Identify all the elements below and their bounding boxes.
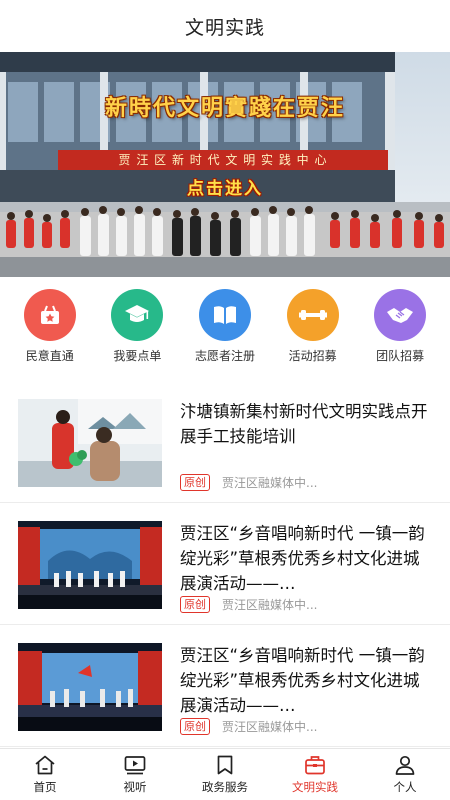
quick-nav-label: 民意直通 — [25, 349, 74, 363]
banner[interactable]: 新時代文明實踐在贾汪 贾 汪 区 新 时 代 文 明 实 践 中 心 点击进入 — [0, 52, 450, 277]
tab-label: 视听 — [123, 780, 147, 794]
tab-label: 首页 — [33, 780, 57, 794]
news-thumbnail — [18, 521, 162, 609]
news-item[interactable]: 贾汪区“乡音唱响新时代 一镇一韵绽光彩”草根秀优秀乡村文化进城展演活动——… 原… — [0, 625, 450, 747]
bookmark-icon — [217, 755, 233, 775]
page-title: 文明实践 — [184, 16, 265, 39]
news-meta: 原创 贾汪区融媒体中... — [180, 474, 432, 491]
home-icon — [35, 755, 55, 775]
graduation-cap-icon — [111, 289, 164, 341]
original-badge: 原创 — [180, 474, 210, 491]
news-thumbnail — [18, 399, 162, 487]
briefcase-icon — [305, 756, 325, 775]
quick-nav-team[interactable]: 团队招募 — [360, 289, 440, 367]
news-source: 贾汪区融媒体中... — [222, 720, 318, 734]
banner-headline: 新時代文明實踐在贾汪 — [104, 95, 345, 121]
handshake-icon — [374, 289, 427, 341]
news-source: 贾汪区融媒体中... — [222, 476, 318, 490]
tab-video[interactable]: 视听 — [90, 749, 180, 800]
bottom-tab-bar: 首页 视听 政务服务 文明实践 个人 — [0, 748, 450, 800]
person-icon — [395, 755, 415, 775]
video-play-icon — [124, 756, 146, 775]
original-badge: 原创 — [180, 596, 210, 613]
tab-home[interactable]: 首页 — [0, 749, 90, 800]
news-item[interactable]: 贾汪区“乡音唱响新时代 一镇一韵绽光彩”草根秀优秀乡村文化进城展演活动——… 原… — [0, 503, 450, 625]
news-meta: 原创 贾汪区融媒体中... — [180, 596, 432, 613]
open-book-icon — [198, 289, 251, 341]
tab-profile[interactable]: 个人 — [360, 749, 450, 800]
quick-nav-label: 活动招募 — [288, 349, 337, 363]
quick-nav-order[interactable]: 我要点单 — [97, 289, 177, 367]
tab-label: 文明实践 — [292, 780, 338, 794]
news-title: 贾汪区“乡音唱响新时代 一镇一韵绽光彩”草根秀优秀乡村文化进城展演活动——… — [180, 524, 425, 593]
original-badge: 原创 — [180, 718, 210, 735]
news-list: 汴塘镇新集村新时代文明实践点开展手工技能培训 原创 贾汪区融媒体中... 贾汪区… — [0, 381, 450, 747]
news-title: 贾汪区“乡音唱响新时代 一镇一韵绽光彩”草根秀优秀乡村文化进城展演活动——… — [180, 646, 425, 715]
quick-nav-label: 我要点单 — [113, 349, 162, 363]
news-thumbnail — [18, 643, 162, 731]
quick-nav-feedback[interactable]: 民意直通 — [10, 289, 90, 367]
quick-nav-activity[interactable]: 活动招募 — [273, 289, 353, 367]
news-item[interactable]: 汴塘镇新集村新时代文明实践点开展手工技能培训 原创 贾汪区融媒体中... — [0, 381, 450, 503]
tab-label: 政务服务 — [202, 780, 248, 794]
quick-nav-label: 志愿者注册 — [194, 349, 255, 363]
tab-civilization[interactable]: 文明实践 — [270, 749, 360, 800]
basket-star-icon — [23, 289, 76, 341]
banner-sign: 贾 汪 区 新 时 代 文 明 实 践 中 心 — [58, 150, 388, 170]
banner-enter-button[interactable]: 点击进入 — [0, 174, 450, 199]
news-meta: 原创 贾汪区融媒体中... — [180, 718, 432, 735]
quick-nav-volunteer[interactable]: 志愿者注册 — [185, 289, 265, 367]
tab-government[interactable]: 政务服务 — [180, 749, 270, 800]
news-title: 汴塘镇新集村新时代文明实践点开展手工技能培训 — [180, 402, 428, 446]
tab-label: 个人 — [393, 780, 417, 794]
dumbbell-icon — [286, 289, 339, 341]
header: 文明实践 — [0, 0, 450, 52]
quick-nav: 民意直通 我要点单 志愿者注册 活动招募 团队招募 — [0, 277, 450, 367]
news-source: 贾汪区融媒体中... — [222, 598, 318, 612]
quick-nav-label: 团队招募 — [376, 349, 425, 363]
